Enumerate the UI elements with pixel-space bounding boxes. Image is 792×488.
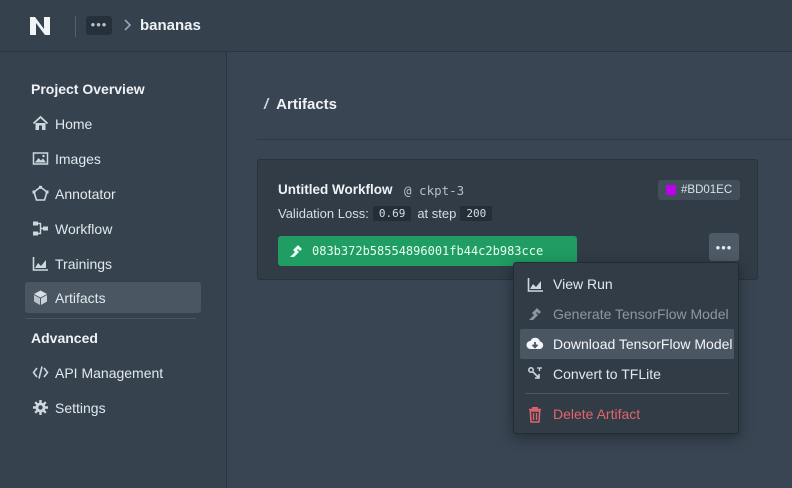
- sidebar-divider: [25, 318, 196, 319]
- validation-info: Validation Loss: 0.69 at step 200: [278, 206, 498, 221]
- trash-icon: [526, 405, 544, 423]
- page-title: / Artifacts: [264, 96, 337, 113]
- sidebar-item-label: Artifacts: [55, 289, 106, 306]
- color-swatch: [666, 185, 676, 195]
- chart-icon: [526, 275, 544, 293]
- home-icon: [32, 115, 49, 132]
- sidebar-item-label: Home: [55, 115, 93, 132]
- sidebar-item-artifacts[interactable]: Artifacts: [25, 282, 201, 313]
- sidebar-item-api-management[interactable]: API Management: [25, 357, 201, 388]
- sidebar-item-label: Settings: [55, 399, 106, 416]
- sidebar-section-project-overview: Project Overview: [31, 81, 145, 97]
- sidebar-item-images[interactable]: Images: [25, 143, 201, 174]
- sidebar-item-label: Annotator: [55, 185, 116, 202]
- artifact-context-menu: View Run Generate TensorFlow Model Downl…: [513, 262, 739, 434]
- menu-item-label: Generate TensorFlow Model: [553, 306, 729, 322]
- page-title-text: Artifacts: [276, 96, 338, 113]
- checkpoint-label: @ ckpt-3: [404, 183, 465, 198]
- menu-item-generate-tensorflow-model[interactable]: Generate TensorFlow Model: [520, 299, 734, 329]
- sidebar-item-label: API Management: [55, 364, 164, 381]
- code-icon: [32, 364, 49, 381]
- workflow-name: Untitled Workflow: [278, 182, 393, 197]
- gear-icon: [32, 399, 49, 416]
- breadcrumb-more-button[interactable]: •••: [86, 16, 112, 35]
- menu-item-label: Download TensorFlow Model: [553, 336, 733, 352]
- step-label: at step: [417, 206, 457, 221]
- build-icon: [526, 305, 544, 323]
- sidebar: Project Overview Home Images Annotator W…: [0, 52, 227, 488]
- sidebar-section-advanced: Advanced: [31, 330, 98, 346]
- convert-icon: [526, 365, 544, 383]
- menu-item-view-run[interactable]: View Run: [520, 269, 734, 299]
- menu-item-delete-artifact[interactable]: Delete Artifact: [520, 399, 734, 429]
- menu-divider: [525, 393, 729, 394]
- sidebar-item-trainings[interactable]: Trainings: [25, 248, 201, 279]
- sidebar-item-settings[interactable]: Settings: [25, 392, 201, 423]
- color-tag-label: #BD01EC: [681, 184, 733, 196]
- build-icon: [290, 245, 302, 257]
- chevron-right-icon: [124, 19, 132, 31]
- cube-icon: [32, 289, 49, 306]
- workflow-icon: [32, 220, 49, 237]
- sidebar-item-home[interactable]: Home: [25, 108, 201, 139]
- content-divider: [257, 139, 792, 140]
- header-divider: [75, 16, 76, 37]
- menu-item-convert-to-tflite[interactable]: Convert to TFLite: [520, 359, 734, 389]
- sidebar-item-workflow[interactable]: Workflow: [25, 213, 201, 244]
- logo-icon[interactable]: [29, 16, 51, 36]
- project-title[interactable]: bananas: [140, 17, 201, 34]
- artifact-hash: 083b372b58554896001fb44c2b983cce: [312, 244, 544, 258]
- sidebar-item-annotator[interactable]: Annotator: [25, 178, 201, 209]
- color-tag: #BD01EC: [658, 180, 741, 200]
- menu-item-download-tensorflow-model[interactable]: Download TensorFlow Model: [520, 329, 734, 359]
- more-options-button[interactable]: •••: [709, 233, 739, 261]
- chart-icon: [32, 255, 49, 272]
- sidebar-item-label: Trainings: [55, 255, 113, 272]
- annotator-icon: [32, 185, 49, 202]
- menu-item-label: View Run: [553, 276, 613, 292]
- download-cloud-icon: [526, 335, 544, 353]
- menu-item-label: Convert to TFLite: [553, 366, 661, 382]
- image-icon: [32, 150, 49, 167]
- validation-label: Validation Loss:: [278, 206, 369, 221]
- validation-value: 0.69: [372, 206, 412, 221]
- step-value: 200: [460, 206, 493, 221]
- sidebar-item-label: Images: [55, 150, 101, 167]
- menu-item-label: Delete Artifact: [553, 406, 641, 422]
- top-bar: ••• bananas: [0, 0, 792, 52]
- sidebar-item-label: Workflow: [55, 220, 113, 237]
- heading-slash: /: [264, 96, 269, 113]
